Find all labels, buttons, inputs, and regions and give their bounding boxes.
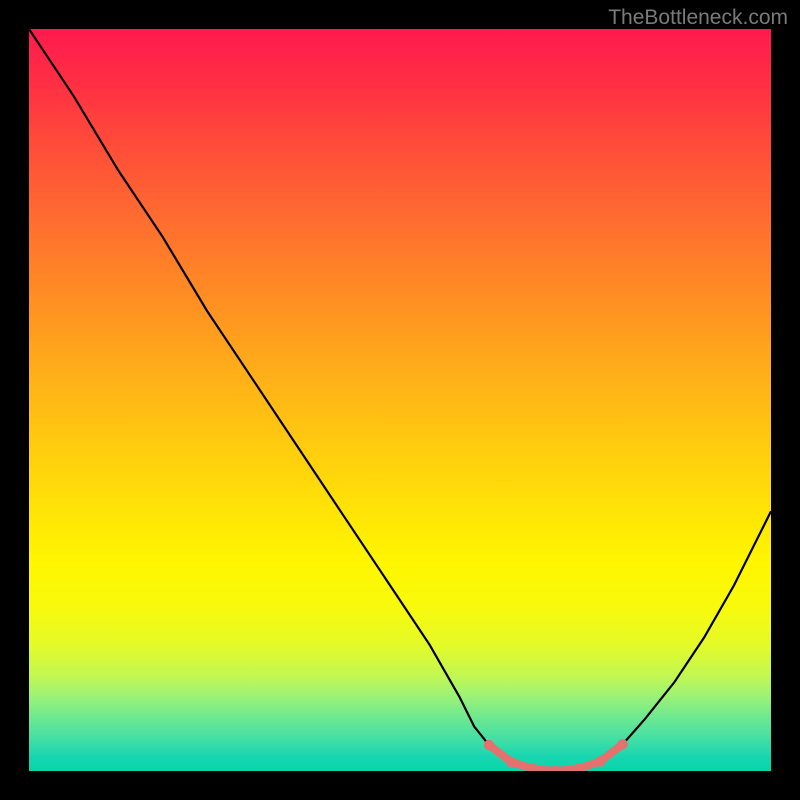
plot-area xyxy=(29,29,771,771)
attribution-label: TheBottleneck.com xyxy=(608,6,788,30)
heat-gradient-background xyxy=(29,29,771,771)
chart-container: TheBottleneck.com xyxy=(0,0,800,800)
